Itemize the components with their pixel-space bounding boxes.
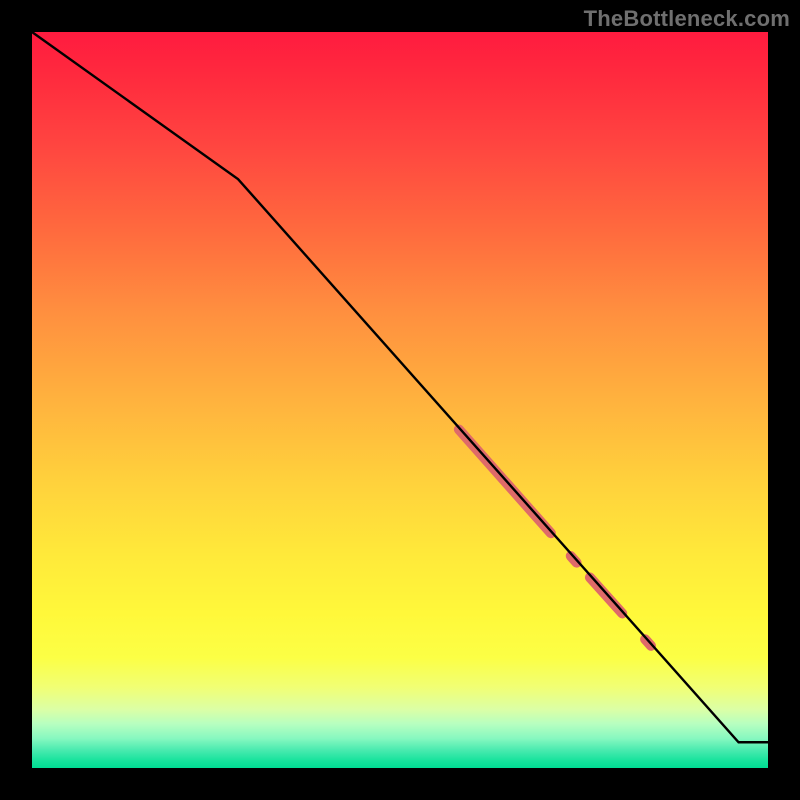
seg-c [590,577,622,613]
highlight-layer [459,429,651,645]
seg-a [459,429,551,533]
plot-area [32,32,768,768]
watermark-text: TheBottleneck.com [584,6,790,32]
curve-svg [32,32,768,768]
chart-stage: TheBottleneck.com [0,0,800,800]
bottleneck-curve [32,32,768,742]
